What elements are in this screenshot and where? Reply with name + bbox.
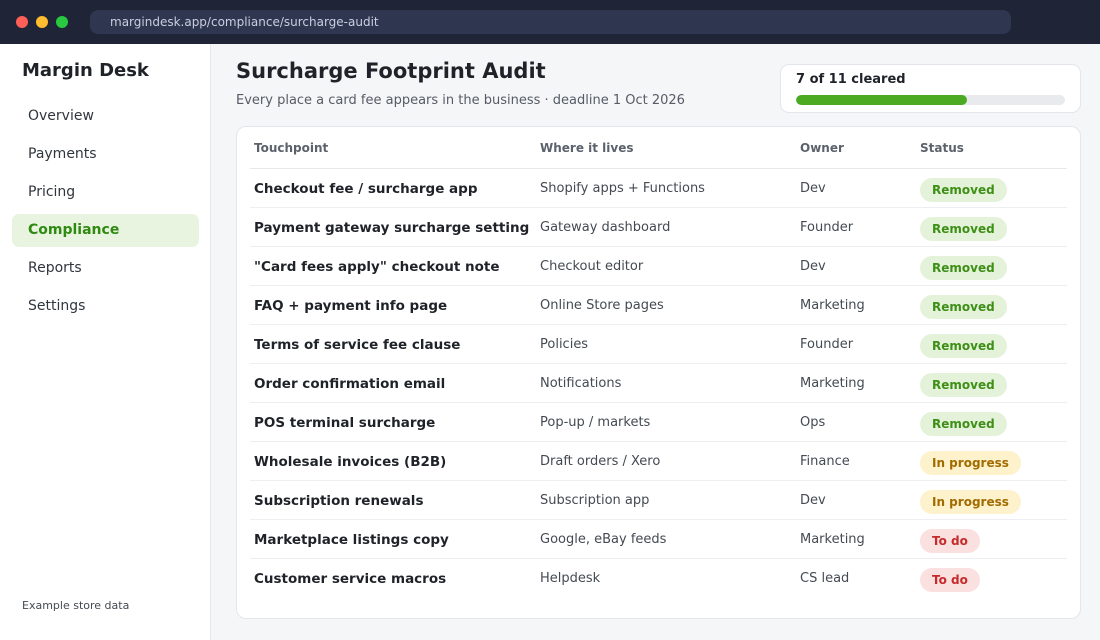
- status-cell: In progress: [920, 490, 1021, 514]
- status-badge: In progress: [920, 451, 1021, 475]
- status-cell: Removed: [920, 217, 1007, 241]
- location-cell: Draft orders / Xero: [540, 454, 661, 469]
- status-cell: In progress: [920, 451, 1021, 475]
- owner-cell: CS lead: [800, 571, 850, 586]
- owner-cell: Dev: [800, 493, 826, 508]
- status-cell: Removed: [920, 334, 1007, 358]
- address-bar[interactable]: margindesk.app/compliance/surcharge-audi…: [90, 10, 1011, 34]
- table-row[interactable]: "Card fees apply" checkout note Checkout …: [250, 247, 1067, 286]
- page-title: Surcharge Footprint Audit: [236, 59, 546, 83]
- location-cell: Subscription app: [540, 493, 650, 508]
- status-cell: Removed: [920, 412, 1007, 436]
- status-badge: Removed: [920, 373, 1007, 397]
- status-badge: Removed: [920, 178, 1007, 202]
- close-window-button[interactable]: [16, 16, 28, 28]
- sidebar-item-overview[interactable]: Overview: [12, 100, 199, 133]
- column-header-location[interactable]: Where it lives: [540, 141, 634, 155]
- status-badge: Removed: [920, 412, 1007, 436]
- status-cell: To do: [920, 568, 980, 592]
- owner-cell: Founder: [800, 337, 854, 352]
- owner-cell: Marketing: [800, 298, 865, 313]
- status-cell: Removed: [920, 256, 1007, 280]
- table-row[interactable]: Order confirmation email Notifications Mar…: [250, 364, 1067, 403]
- owner-cell: Ops: [800, 415, 826, 430]
- touchpoint-cell: Subscription renewals: [254, 493, 424, 509]
- owner-cell: Dev: [800, 259, 826, 274]
- table-header: Touchpoint Where it lives Owner Status: [250, 127, 1067, 169]
- table-body: Checkout fee / surcharge app Shopify apps…: [250, 169, 1067, 598]
- touchpoint-cell: FAQ + payment info page: [254, 298, 448, 314]
- touchpoint-cell: Marketplace listings copy: [254, 532, 449, 548]
- touchpoint-cell: Customer service macros: [254, 571, 447, 587]
- table-row[interactable]: Marketplace listings copy Google, eBay fe…: [250, 520, 1067, 559]
- status-badge: In progress: [920, 490, 1021, 514]
- owner-cell: Dev: [800, 181, 826, 196]
- status-badge: Removed: [920, 334, 1007, 358]
- owner-cell: Finance: [800, 454, 850, 469]
- sidebar-footnote: Example store data: [22, 599, 130, 612]
- touchpoint-cell: POS terminal surcharge: [254, 415, 436, 431]
- table-row[interactable]: Wholesale invoices (B2B) Draft orders / X…: [250, 442, 1067, 481]
- touchpoint-cell: Wholesale invoices (B2B): [254, 454, 447, 470]
- owner-cell: Marketing: [800, 532, 865, 547]
- table-row[interactable]: Customer service macros Helpdesk CS lead To…: [250, 559, 1067, 598]
- progress-card: 7 of 11 cleared: [780, 64, 1081, 113]
- column-header-status[interactable]: Status: [920, 141, 964, 155]
- owner-cell: Founder: [800, 220, 854, 235]
- sidebar-nav: Overview Payments Pricing Compliance Rep…: [12, 100, 199, 328]
- owner-cell: Marketing: [800, 376, 865, 391]
- touchpoint-cell: "Card fees apply" checkout note: [254, 259, 500, 275]
- location-cell: Online Store pages: [540, 298, 664, 313]
- status-badge: To do: [920, 568, 980, 592]
- location-cell: Policies: [540, 337, 589, 352]
- table-row[interactable]: Payment gateway surcharge setting Gateway…: [250, 208, 1067, 247]
- location-cell: Helpdesk: [540, 571, 601, 586]
- location-cell: Gateway dashboard: [540, 220, 671, 235]
- table-row[interactable]: Checkout fee / surcharge app Shopify apps…: [250, 169, 1067, 208]
- sidebar-item-reports[interactable]: Reports: [12, 252, 199, 285]
- sidebar-item-pricing[interactable]: Pricing: [12, 176, 199, 209]
- status-cell: Removed: [920, 295, 1007, 319]
- progress-label: 7 of 11 cleared: [796, 72, 906, 87]
- location-cell: Google, eBay feeds: [540, 532, 667, 547]
- browser-titlebar: margindesk.app/compliance/surcharge-audi…: [0, 0, 1100, 44]
- status-badge: Removed: [920, 217, 1007, 241]
- sidebar-item-settings[interactable]: Settings: [12, 290, 199, 323]
- maximize-window-button[interactable]: [56, 16, 68, 28]
- status-cell: Removed: [920, 373, 1007, 397]
- status-badge: Removed: [920, 295, 1007, 319]
- page-subtitle: Every place a card fee appears in the bu…: [236, 93, 685, 108]
- location-cell: Pop-up / markets: [540, 415, 651, 430]
- progress-bar: [796, 95, 1065, 105]
- location-cell: Notifications: [540, 376, 622, 391]
- location-cell: Shopify apps + Functions: [540, 181, 705, 196]
- sidebar: Margin Desk Overview Payments Pricing Co…: [0, 44, 211, 640]
- sidebar-item-compliance[interactable]: Compliance: [12, 214, 199, 247]
- audit-table: Touchpoint Where it lives Owner Status C…: [236, 126, 1081, 619]
- status-badge: To do: [920, 529, 980, 553]
- location-cell: Checkout editor: [540, 259, 644, 274]
- progress-bar-fill: [796, 95, 968, 105]
- main-content: Surcharge Footprint Audit Every place a …: [211, 44, 1100, 640]
- table-row[interactable]: FAQ + payment info page Online Store page…: [250, 286, 1067, 325]
- touchpoint-cell: Terms of service fee clause: [254, 337, 461, 353]
- table-row[interactable]: Terms of service fee clause Policies Found…: [250, 325, 1067, 364]
- table-row[interactable]: Subscription renewals Subscription app Dev…: [250, 481, 1067, 520]
- touchpoint-cell: Payment gateway surcharge setting: [254, 220, 530, 236]
- status-badge: Removed: [920, 256, 1007, 280]
- column-header-owner[interactable]: Owner: [800, 141, 844, 155]
- touchpoint-cell: Checkout fee / surcharge app: [254, 181, 478, 197]
- table-row[interactable]: POS terminal surcharge Pop-up / markets Op…: [250, 403, 1067, 442]
- minimize-window-button[interactable]: [36, 16, 48, 28]
- column-header-touchpoint[interactable]: Touchpoint: [254, 141, 328, 155]
- brand-title: Margin Desk: [22, 60, 149, 81]
- sidebar-item-payments[interactable]: Payments: [12, 138, 199, 171]
- status-cell: Removed: [920, 178, 1007, 202]
- touchpoint-cell: Order confirmation email: [254, 376, 446, 392]
- status-cell: To do: [920, 529, 980, 553]
